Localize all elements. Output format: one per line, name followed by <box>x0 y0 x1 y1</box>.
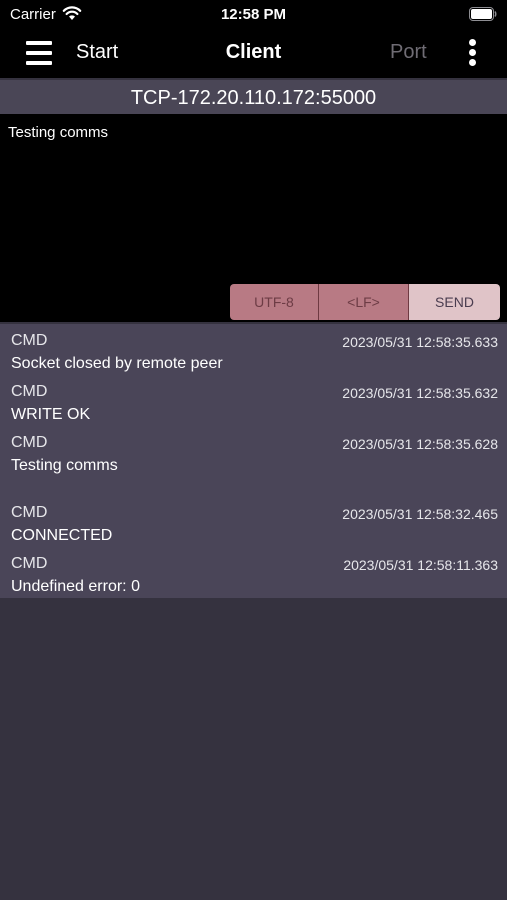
log-type: CMD <box>11 434 48 451</box>
send-button[interactable]: SEND <box>409 284 500 320</box>
log-type: CMD <box>11 555 48 572</box>
log-type: CMD <box>11 383 48 400</box>
port-button[interactable]: Port <box>390 41 427 64</box>
log-timestamp: 2023/05/31 12:58:32.465 <box>342 506 498 522</box>
log-timestamp: 2023/05/31 12:58:35.633 <box>342 334 498 350</box>
navigation-bar: Start Client Port <box>0 30 507 78</box>
encoding-button[interactable]: UTF-8 <box>230 284 319 320</box>
start-button[interactable]: Start <box>76 41 118 64</box>
log-message: WRITE OK <box>11 406 91 423</box>
log-timestamp: 2023/05/31 12:58:35.628 <box>342 436 498 452</box>
log-list[interactable]: CMD 2023/05/31 12:58:35.633 Socket close… <box>0 324 507 598</box>
log-timestamp: 2023/05/31 12:58:35.632 <box>342 385 498 401</box>
line-ending-button[interactable]: <LF> <box>319 284 409 320</box>
message-input-text[interactable]: Testing comms <box>8 124 108 141</box>
hamburger-menu-icon[interactable] <box>26 41 52 65</box>
log-message: Undefined error: 0 <box>11 578 140 595</box>
status-time: 12:58 PM <box>220 6 287 23</box>
status-bar: Carrier 12:58 PM <box>0 0 507 30</box>
log-message: Socket closed by remote peer <box>11 355 223 372</box>
log-type: CMD <box>11 504 48 521</box>
battery-icon <box>469 7 497 21</box>
log-message: CONNECTED <box>11 527 113 544</box>
connection-header: TCP-172.20.110.172:55000 <box>0 80 507 114</box>
action-button-row: UTF-8 <LF> SEND <box>230 284 500 320</box>
log-timestamp: 2023/05/31 12:58:11.363 <box>343 557 498 573</box>
vertical-ellipsis-icon[interactable] <box>465 39 481 67</box>
log-type: CMD <box>11 332 48 349</box>
log-message: Testing comms <box>11 457 118 474</box>
message-input-area[interactable]: Testing comms UTF-8 <LF> SEND <box>0 114 507 322</box>
